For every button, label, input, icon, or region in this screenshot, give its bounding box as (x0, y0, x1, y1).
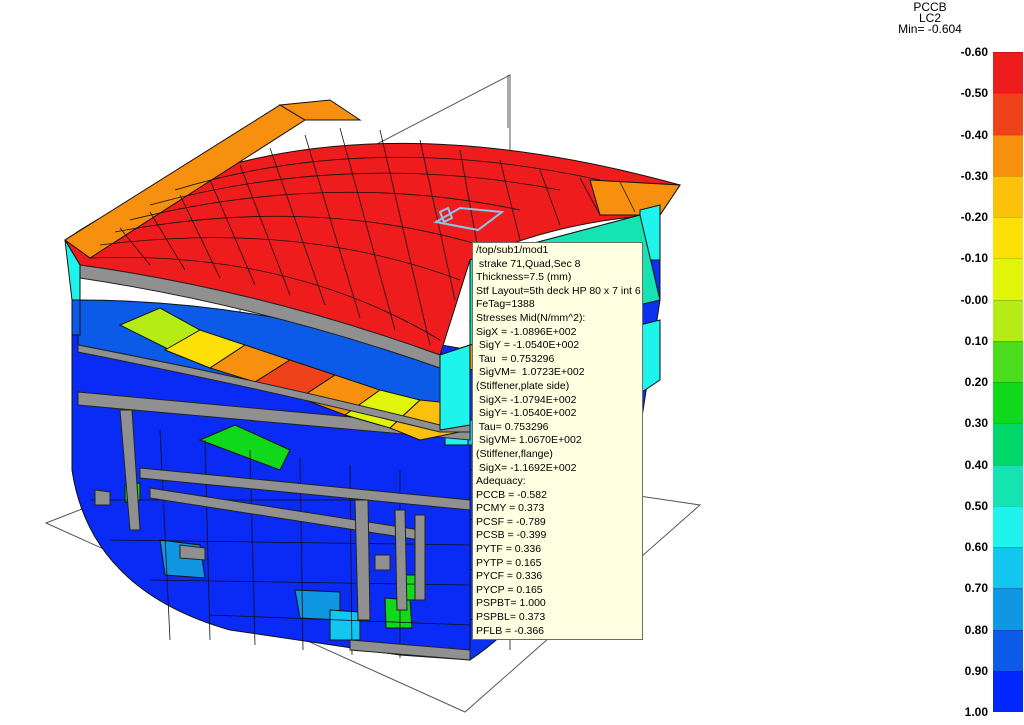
legend-tick-label: -0.30 (960, 168, 988, 183)
legend-color-bar (993, 52, 1023, 712)
tooltip-line: Thickness=7.5 (mm) (476, 271, 572, 284)
tooltip-line: SigX= -1.0794E+002 (476, 393, 577, 406)
tooltip-line: SigX = -1.0896E+002 (476, 325, 577, 338)
tooltip-line: /top/sub1/mod1 (476, 244, 549, 256)
tooltip-line: PYCP = 0.165 (476, 583, 543, 596)
legend-swatch (993, 588, 1023, 630)
tooltip-line: Tau= 0.753296 (476, 420, 549, 433)
legend-tick-label: 0.10 (964, 333, 988, 348)
tooltip-line: PYTP = 0.165 (476, 556, 542, 569)
legend-tick-label: -0.00 (960, 292, 988, 307)
tooltip-line: PCSF = -0.789 (476, 515, 546, 528)
tooltip-line: SigY= -1.0540E+002 (476, 407, 577, 420)
legend-tick-label: 0.20 (964, 375, 988, 389)
legend-tick-label: 0.60 (964, 540, 988, 554)
tooltip-line: PSPBT= 1.000 (476, 597, 546, 610)
legend-tick-label: 1.00 (964, 705, 988, 719)
tooltip-line: strake 71,Quad,Sec 8 (476, 257, 581, 270)
legend-swatch (993, 175, 1023, 217)
legend-swatch (993, 464, 1023, 506)
legend-tick-label: -0.20 (960, 210, 988, 224)
legend-labels: -0.60 -0.50 -0.40 -0.30 -0.20 -0.10 -0.00 0.10 0… (940, 0, 988, 725)
legend-tick-label: -0.10 (960, 251, 988, 266)
legend-tick-label: 0.70 (964, 581, 988, 596)
tooltip-line: Stf Layout=5th deck HP 80 x 7 int 6 (476, 284, 641, 297)
tooltip-line: Tau = 0.753296 (476, 352, 555, 365)
legend-tick-label: 0.80 (964, 622, 988, 637)
legend-tick-label: -0.60 (960, 45, 988, 59)
legend-swatch (993, 93, 1023, 135)
tooltip-line: FeTag=1388 (476, 298, 535, 311)
tooltip-line: PCCB = -0.582 (476, 488, 547, 501)
legend-swatch (993, 217, 1023, 259)
fe-model-render[interactable] (0, 0, 880, 725)
tooltip-line: PFLB = -0.366 (476, 624, 544, 637)
tooltip-line: SigY = -1.0540E+002 (476, 339, 580, 352)
legend-swatch (993, 505, 1023, 547)
tooltip-line: PYTF = 0.336 (476, 543, 542, 556)
legend-swatch (993, 629, 1023, 671)
model-viewport[interactable] (0, 0, 880, 725)
tooltip-line: PCMY = 0.373 (476, 502, 545, 515)
legend-swatch (993, 258, 1023, 300)
legend-tick-label: 0.90 (964, 663, 988, 678)
legend-swatch (993, 52, 1023, 94)
legend-tick-label: 0.50 (964, 498, 988, 513)
legend-swatch (993, 340, 1023, 382)
tooltip-line: Stresses Mid(N/mm^2): (476, 311, 586, 324)
legend-swatch (993, 423, 1023, 465)
legend-swatch (993, 547, 1023, 589)
tooltip-line: SigVM= 1.0723E+002 (476, 366, 585, 379)
tooltip-line: PYCF = 0.336 (476, 570, 543, 583)
legend-swatch (993, 299, 1023, 341)
tooltip-line: PCSB = -0.399 (476, 529, 547, 542)
legend-swatch (993, 670, 1023, 712)
tooltip-line: SigX= -1.1692E+002 (476, 461, 577, 474)
tooltip-line: PSPBL= 0.373 (476, 611, 546, 624)
tooltip-line: (Stiffener,plate side) (476, 379, 570, 392)
tooltip-line: SigVM= 1.0670E+002 (476, 434, 582, 447)
tooltip-line: (Stiffener,flange) (476, 447, 553, 460)
legend-tick-label: 0.40 (964, 457, 988, 472)
legend-swatch (993, 382, 1023, 424)
tooltip-line: Adequacy: (476, 475, 526, 488)
element-info-tooltip: /top/sub1/mod1 strake 71,Quad,Sec 8 Thick… (472, 242, 643, 640)
legend-tick-label: -0.50 (960, 86, 988, 101)
legend-swatch (993, 134, 1023, 176)
legend-tick-label: 0.30 (964, 416, 988, 431)
legend-tick-label: -0.40 (960, 127, 988, 142)
